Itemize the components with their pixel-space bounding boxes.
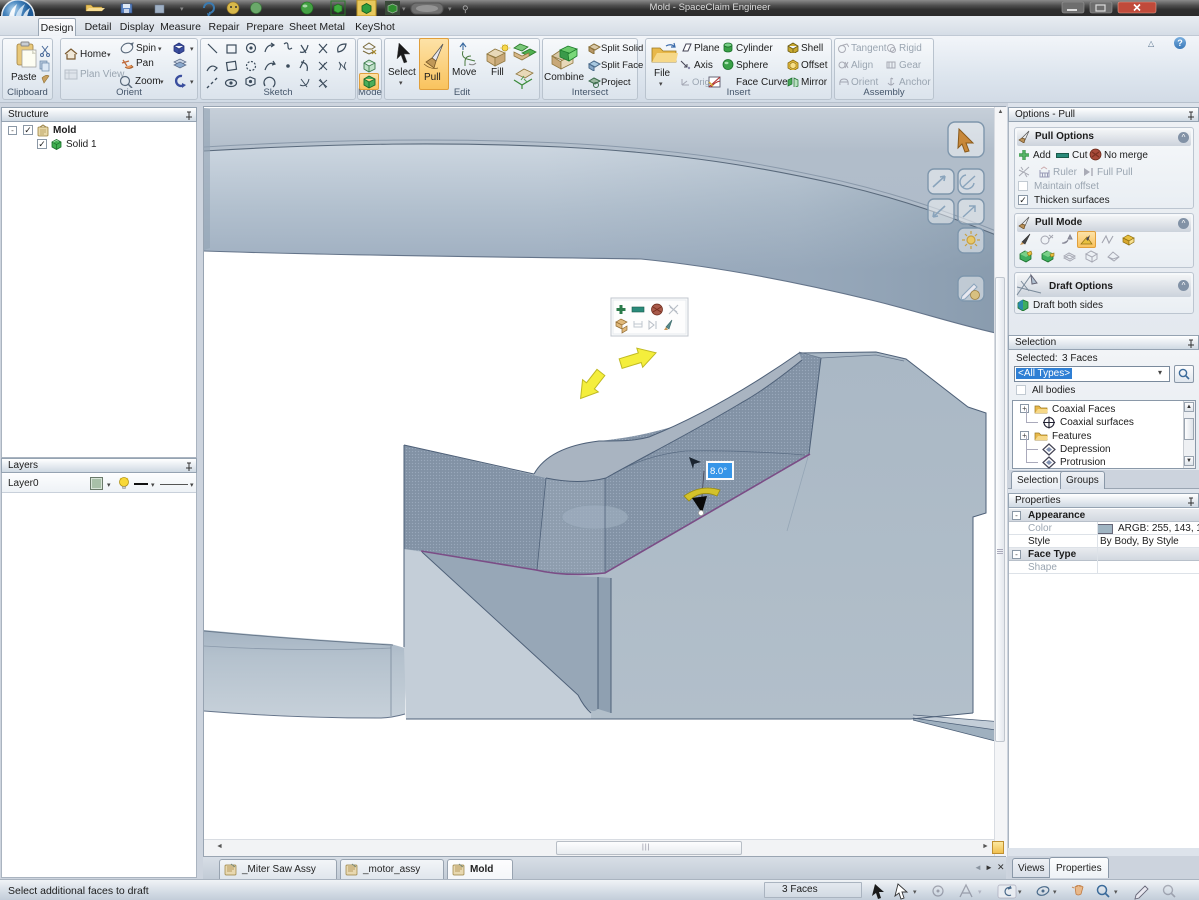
svg-text:▾: ▾: [448, 6, 452, 13]
svg-text:▾: ▾: [1114, 889, 1118, 896]
svg-text:8.0°: 8.0°: [710, 466, 727, 477]
svg-text:▾: ▾: [190, 46, 194, 53]
svg-text:▾: ▾: [180, 6, 184, 13]
svg-text:▾: ▾: [978, 889, 982, 896]
svg-text:▾: ▾: [190, 79, 194, 86]
svg-text:▾: ▾: [402, 6, 406, 13]
svg-text:▾: ▾: [913, 889, 917, 896]
svg-text:▾: ▾: [1053, 889, 1057, 896]
svg-text:▾: ▾: [1018, 889, 1022, 896]
svg-text:⚲: ⚲: [462, 4, 469, 14]
